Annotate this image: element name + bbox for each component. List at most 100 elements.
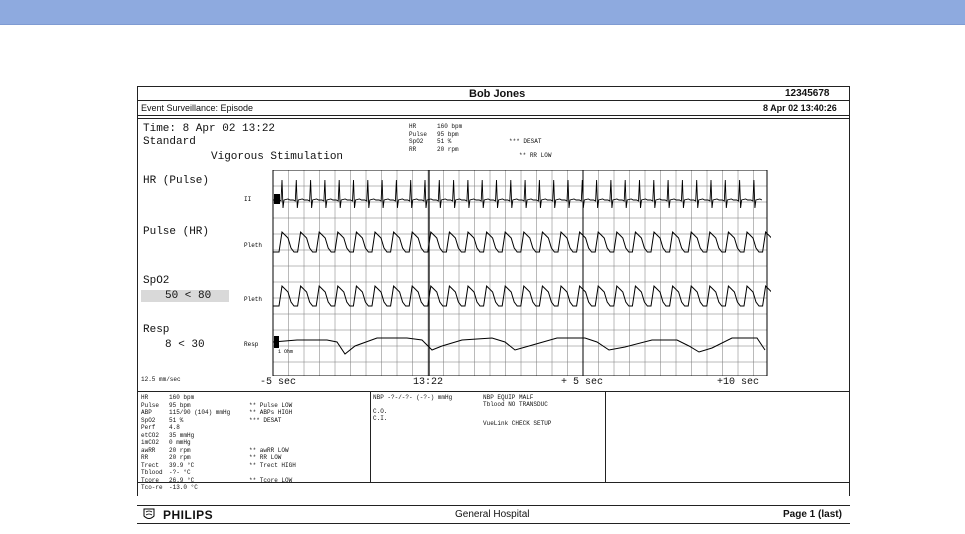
- numeric-value: 26.9 °C: [169, 476, 195, 484]
- numeric-value: 39.9 °C: [169, 461, 195, 469]
- event-report-page: Bob Jones 12345678 Event Surveillance: E…: [137, 86, 850, 526]
- vital-label: RR: [409, 145, 417, 153]
- event-divider: [137, 118, 850, 119]
- footer-bottom-line: [137, 523, 850, 524]
- waveform-strip: II Pleth Pleth Resp 1 Ohm: [244, 170, 771, 376]
- numerics-labels: HR Pulse ABP SpO2 Perf etCO2 imCO2 awRR RR Trect T…: [141, 394, 163, 492]
- vital-label: Pulse: [409, 130, 428, 138]
- label-pulse-hr: Pulse (HR): [143, 226, 210, 238]
- event-vitals-values: 160 bpm 95 bpm 51 % 20 rpm: [437, 123, 462, 153]
- wave-label-pleth-1: Pleth: [244, 242, 262, 249]
- vital-value: 20 rpm: [437, 145, 459, 153]
- numeric-alarm: ** awRR LOW: [249, 446, 289, 454]
- numeric-value: 115/90 (104) mmHg: [169, 409, 231, 416]
- event-vitals-labels: HR Pulse SpO2 RR: [409, 123, 427, 153]
- ecg-wave: [273, 179, 763, 209]
- numeric-label: ABP: [141, 409, 152, 416]
- numeric-alarm: [249, 439, 296, 447]
- philips-shield-icon: [143, 508, 155, 519]
- resp-alarm-range: 8 < 30: [165, 339, 205, 351]
- ci-label: C.I.: [373, 415, 388, 422]
- numeric-label: RR: [141, 454, 149, 461]
- time-tick-plus-10: +10 sec: [717, 377, 760, 388]
- numerics-values: 160 bpm 95 bpm 115/90 (104) mmHg 51 % 4.8 35 …: [169, 394, 230, 492]
- numeric-value: 4.8: [169, 424, 180, 431]
- alarm-level: **: [519, 152, 527, 159]
- window-title-bar: [0, 0, 965, 25]
- numeric-label: Tcore: [141, 476, 160, 484]
- patient-id: 12345678: [785, 88, 830, 99]
- resp-calibration-mark: [274, 336, 279, 348]
- numeric-label: HR: [141, 394, 149, 401]
- event-annotation: Vigorous Stimulation: [211, 151, 344, 163]
- numeric-label: Tblood: [141, 469, 163, 476]
- alarm-text: RR LOW: [529, 152, 552, 159]
- event-time: Time: 8 Apr 02 13:22: [143, 123, 276, 135]
- numeric-label: Trect: [141, 461, 160, 469]
- numeric-value: -?- °C: [169, 469, 191, 476]
- numeric-value: 0 mmHg: [169, 439, 191, 446]
- numerics-top-line: [137, 391, 850, 392]
- numeric-label: awRR: [141, 446, 156, 454]
- hospital-name: General Hospital: [455, 509, 530, 520]
- frame-left-line: [137, 86, 138, 496]
- wave-label-ecg: II: [244, 196, 251, 203]
- numeric-value: 35 mmHg: [169, 431, 195, 439]
- footer-top-line: [137, 505, 850, 506]
- numeric-alarm: ** Pulse LOW: [249, 401, 293, 409]
- inop-vuelink: VueLink CHECK SETUP: [483, 420, 552, 427]
- pleth-wave-2: [273, 284, 771, 307]
- label-resp: Resp: [143, 324, 170, 336]
- numeric-value: 51 %: [169, 416, 184, 424]
- patient-name: Bob Jones: [469, 88, 526, 100]
- pleth-wave-1: [273, 230, 771, 253]
- vital-value: 160 bpm: [437, 123, 463, 130]
- numeric-alarm: [249, 484, 296, 492]
- numeric-label: imCO2: [141, 439, 160, 446]
- time-tick-plus-5: + 5 sec: [561, 377, 604, 388]
- spo2-alarm-range: 50 < 80: [141, 290, 229, 302]
- numeric-label: etCO2: [141, 431, 160, 439]
- numeric-value: 160 bpm: [169, 394, 195, 401]
- label-spo2: SpO2: [143, 275, 170, 287]
- alarm-text: DESAT: [523, 138, 542, 145]
- vital-value: 95 bpm: [437, 130, 459, 138]
- waveform-grid: [272, 170, 768, 376]
- header-divider: [137, 100, 850, 101]
- numeric-alarm: *** DESAT: [249, 416, 282, 424]
- vital-label: SpO2: [409, 138, 424, 145]
- numeric-value: -13.0 °C: [169, 484, 198, 491]
- report-datetime: 8 Apr 02 13:40:26: [763, 103, 837, 113]
- numeric-label: Tco-re: [141, 484, 163, 491]
- numeric-alarm: ** Tcore LOW: [249, 476, 293, 484]
- vital-value: 51 %: [437, 138, 452, 145]
- inop-tblood: Tblood NO TRANSDUC: [483, 401, 548, 408]
- frame-top-line: [137, 86, 850, 87]
- numeric-alarm: ** RR LOW: [249, 454, 282, 461]
- label-hr-pulse: HR (Pulse): [143, 175, 210, 187]
- page-number: Page 1 (last): [783, 509, 842, 520]
- report-type: Event Surveillance: Episode: [141, 103, 254, 113]
- time-tick-minus-5: -5 sec: [260, 377, 297, 388]
- nbp-value: NBP -?-/-?- (-?-) mmHg: [373, 394, 453, 401]
- numeric-alarm: [249, 424, 296, 432]
- vital-label: HR: [409, 123, 417, 130]
- numerics-alarms: ** Pulse LOW ** ABPs HIGH *** DESAT ** awR…: [249, 394, 296, 492]
- time-tick-event: 13:22: [413, 377, 444, 388]
- numeric-alarm: ** Trect HIGH: [249, 461, 296, 469]
- event-alarm-1: *** DESAT: [509, 138, 541, 146]
- numerics-bottom-line: [137, 482, 850, 483]
- ecg-calibration-mark: [274, 194, 280, 204]
- numeric-alarm: ** ABPs HIGH: [249, 409, 293, 416]
- header-divider-2: [137, 115, 850, 116]
- numeric-alarm: [249, 394, 296, 402]
- philips-logo-text: PHILIPS: [163, 508, 214, 522]
- event-alarm-2: ** RR LOW: [519, 152, 551, 160]
- numeric-value: 95 bpm: [169, 401, 191, 409]
- numeric-alarm: [249, 432, 296, 440]
- numeric-value: 20 rpm: [169, 446, 191, 454]
- numeric-label: Pulse: [141, 401, 160, 409]
- wave-label-pleth-2: Pleth: [244, 296, 262, 303]
- numeric-label: Perf: [141, 424, 156, 431]
- paper-speed: 12.5 mm/sec: [141, 376, 181, 383]
